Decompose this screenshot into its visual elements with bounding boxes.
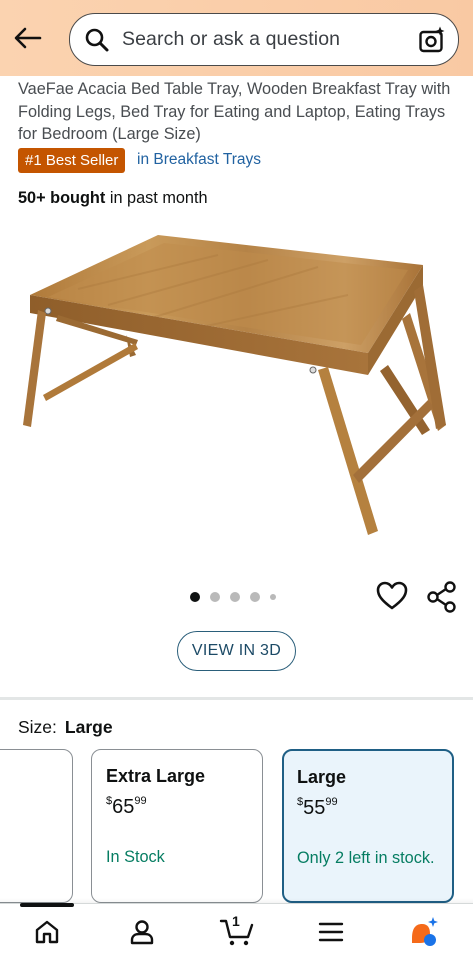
search-input[interactable]: Search or ask a question — [69, 13, 459, 66]
arrow-left-icon — [14, 27, 42, 49]
nav-menu[interactable] — [315, 917, 347, 947]
nav-assistant[interactable] — [408, 917, 440, 947]
view-in-3d-button[interactable]: VIEW IN 3D — [177, 631, 296, 671]
carousel-dot[interactable] — [190, 592, 200, 602]
bottom-navigation: 1 — [0, 903, 473, 960]
size-selected-value: Large — [64, 717, 113, 737]
nav-cart[interactable]: 1 — [219, 913, 255, 947]
hamburger-icon — [318, 922, 344, 942]
top-header: Search or ask a question — [0, 0, 473, 76]
nav-account[interactable] — [126, 917, 158, 947]
rufus-assistant-icon — [412, 917, 438, 946]
size-option-price: $5599 — [297, 796, 338, 819]
size-option-name: Extra Large — [106, 766, 206, 786]
size-option-name: Large — [297, 767, 347, 787]
size-option-extra-large[interactable]: Extra Large $6599 In Stock — [91, 749, 263, 903]
heart-icon[interactable] — [375, 580, 409, 612]
size-label: Size: — [18, 717, 57, 737]
size-option-large[interactable]: Large $5599 Only 2 left in stock. — [282, 749, 454, 903]
section-divider — [0, 697, 473, 700]
home-icon — [35, 920, 59, 944]
search-placeholder: Search or ask a question — [122, 28, 341, 50]
carousel-dot[interactable] — [210, 592, 220, 602]
nav-home[interactable] — [31, 917, 63, 947]
bought-in-past-month: 50+ bought in past month — [18, 189, 208, 208]
product-image[interactable] — [18, 225, 458, 555]
bought-count: 50+ bought — [18, 189, 106, 207]
product-title: VaeFae Acacia Bed Table Tray, Wooden Bre… — [18, 80, 451, 143]
carousel-dot[interactable] — [250, 592, 260, 602]
size-option-price: $6599 — [106, 795, 147, 818]
size-option-stock: Only 2 left in stock. — [297, 849, 435, 867]
back-button[interactable] — [10, 22, 46, 54]
carousel-dot[interactable] — [230, 592, 240, 602]
carousel-dot[interactable] — [270, 594, 276, 600]
size-option-stock: In Stock — [106, 848, 165, 866]
size-option-partial[interactable] — [0, 749, 73, 903]
share-icon[interactable] — [425, 580, 459, 614]
cart-count: 1 — [232, 913, 240, 929]
size-label-row: Size: Large — [18, 717, 113, 738]
best-seller-badge[interactable]: #1 Best Seller — [18, 148, 126, 173]
best-seller-category-link[interactable]: in Breakfast Trays — [137, 151, 261, 169]
person-icon — [130, 920, 154, 945]
camera-icon[interactable] — [418, 26, 446, 54]
bought-suffix: in past month — [105, 189, 208, 207]
image-carousel-dots[interactable] — [190, 592, 276, 602]
search-icon — [85, 28, 109, 52]
nav-active-indicator — [20, 903, 74, 907]
